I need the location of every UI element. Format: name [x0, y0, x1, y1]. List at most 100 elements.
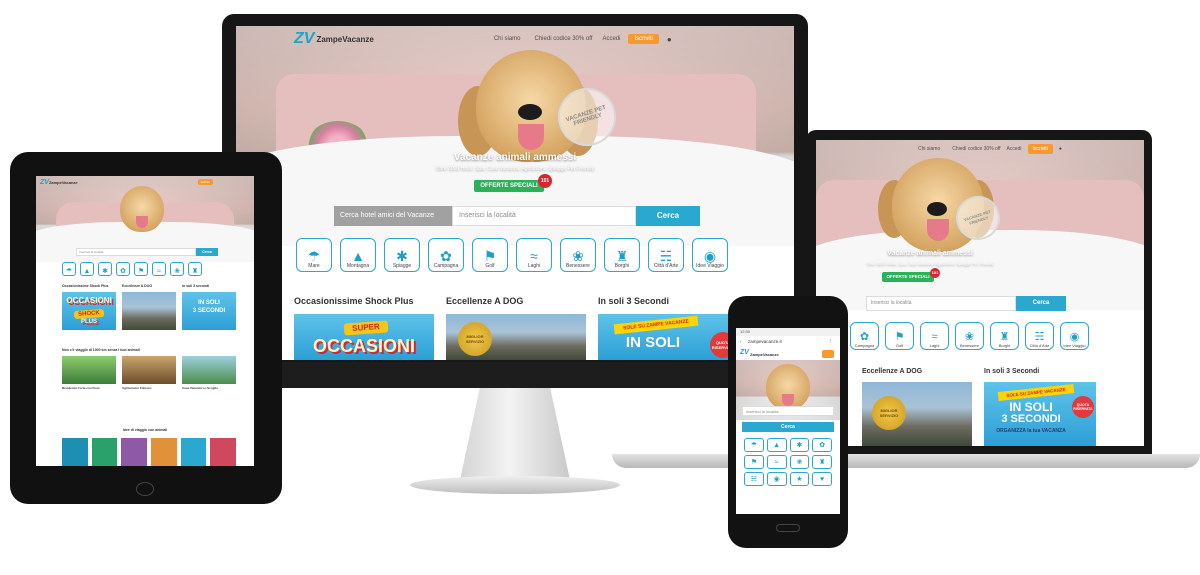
idea-tile[interactable]: [62, 438, 88, 466]
tablet-screen: ZV ZampeVacanze Iscriviti Inserisci la l…: [36, 176, 254, 466]
card-seconds[interactable]: SOLE SU ZAMPE VACANZE IN SOLI QUOTA RISE…: [598, 314, 738, 360]
special-offers-button[interactable]: OFFERTE SPECIALI: [882, 272, 934, 282]
category-benessere[interactable]: ❀: [789, 455, 810, 469]
idea-tile[interactable]: [91, 438, 118, 466]
logo-icon[interactable]: ZV: [294, 30, 314, 48]
search-button[interactable]: Cerca: [636, 206, 700, 226]
idea-tile[interactable]: [210, 438, 237, 466]
category-campagna[interactable]: ✿: [812, 438, 832, 452]
cart-icon[interactable]: ●: [1059, 146, 1062, 152]
tablet-card-shock[interactable]: OCCASIONI SHOCK PLUS: [62, 292, 116, 330]
category-borghi[interactable]: ♜ Borghi: [604, 238, 640, 272]
idea-tile[interactable]: [151, 438, 177, 466]
palm-icon: ✱: [796, 441, 803, 449]
category-citta-arte[interactable]: ☵ Città d'Arte: [648, 238, 684, 272]
browser-back-icon[interactable]: ‹: [740, 339, 742, 344]
special-offers-button[interactable]: OFFERTE SPECIALI: [474, 180, 544, 192]
logo-text[interactable]: ZampeVacanze: [316, 35, 373, 44]
search-button[interactable]: Cerca: [742, 422, 834, 432]
castle-icon: ♜: [615, 248, 629, 264]
search-button[interactable]: Cerca: [1016, 296, 1066, 311]
tablet-item-1-image[interactable]: [62, 356, 116, 384]
nav-cta-button[interactable]: Iscriviti: [628, 34, 659, 44]
logo-text[interactable]: ZampeVacanze: [49, 180, 78, 185]
category-montagna[interactable]: ▲: [80, 262, 94, 276]
category-borghi[interactable]: ♜: [812, 455, 832, 469]
phone-home-button[interactable]: [776, 524, 800, 532]
golf-icon: ⚑: [750, 458, 758, 466]
nav-cta-button[interactable]: Iscriviti: [1027, 144, 1053, 154]
tablet-card-seconds[interactable]: IN SOLI 3 SECONDI: [182, 292, 236, 330]
tablet-item-2-title[interactable]: Agriturismo Il Bosco: [122, 386, 152, 390]
idea-tile[interactable]: [180, 438, 207, 466]
tablet-item-2-image[interactable]: [122, 356, 176, 384]
category-golf[interactable]: ⚑: [134, 262, 148, 276]
card-dog[interactable]: MIGLIOR SERVIZIO: [862, 382, 972, 446]
category-mare[interactable]: ☂ Mare: [296, 238, 332, 272]
browser-menu-icon[interactable]: ⋮: [828, 338, 833, 344]
search-input[interactable]: Inserisci la località: [866, 296, 1016, 311]
category-golf[interactable]: ⚑ Golf: [472, 238, 508, 272]
top-nav: Chi siamo Chiedi codice 30% off Accedi I…: [816, 140, 1144, 158]
category-golf[interactable]: ⚑ Golf: [885, 322, 914, 350]
top-nav: ZV ZampeVacanze Chi siamo Chiedi codice …: [236, 26, 794, 52]
tablet-item-3-image[interactable]: [182, 356, 236, 384]
category-benessere[interactable]: ❀ Benessere: [955, 322, 984, 350]
category-montagna[interactable]: ▲ Montagna: [340, 238, 376, 272]
category-laghi[interactable]: ≈: [152, 262, 166, 276]
category-montagna[interactable]: ▲: [766, 438, 787, 452]
tablet-home-button[interactable]: [136, 482, 154, 496]
tablet-row2-title: Non c'è viaggio di 1000 km senza i tuoi …: [62, 348, 140, 352]
idea-tile[interactable]: [121, 438, 148, 466]
cart-icon[interactable]: ●: [667, 35, 672, 44]
search-input[interactable]: Inserisci la località: [76, 248, 196, 256]
search-input[interactable]: Inserisci la località: [452, 206, 636, 226]
nav-phone[interactable]: Chiedi codice 30% off: [952, 146, 1000, 152]
tablet-item-1-title[interactable]: Residenza Corte con Fiore: [62, 386, 100, 390]
category-golf[interactable]: ⚑: [744, 455, 764, 469]
search-button[interactable]: Cerca: [196, 248, 218, 256]
category-benessere[interactable]: ❀ Benessere: [560, 238, 596, 272]
card-seconds[interactable]: SOLE SU ZAMPE VACANZE IN SOLI 3 SECONDI …: [984, 382, 1096, 446]
nav-cta-button[interactable]: Iscriviti: [197, 179, 213, 185]
category-spiagge[interactable]: ✱: [98, 262, 112, 276]
nav-chi-siamo[interactable]: Chi siamo: [494, 36, 521, 42]
category-citta-arte[interactable]: ☵ Città d'Arte: [1025, 322, 1054, 350]
card-shock[interactable]: SUPER OCCASIONI: [294, 314, 434, 360]
golf-icon: ⚑: [894, 331, 905, 343]
category-idee-viaggio[interactable]: ◉: [766, 472, 787, 486]
nav-phone[interactable]: Chiedi codice 30% off: [535, 36, 593, 42]
nav-accedi[interactable]: Accedi: [1007, 146, 1022, 152]
category-idee-viaggio[interactable]: ◉ Idee Viaggio: [1060, 322, 1089, 350]
category-spiagge[interactable]: ✱ Spiagge: [384, 238, 420, 272]
category-laghi[interactable]: ≈: [766, 455, 787, 469]
category-laghi[interactable]: ≈ Laghi: [516, 238, 552, 272]
nav-chi-siamo[interactable]: Chi siamo: [918, 146, 940, 152]
card-dog[interactable]: MIGLIOR SERVIZIO: [446, 314, 586, 360]
search-input[interactable]: Inserisci la località: [742, 406, 834, 416]
browser-url[interactable]: zampevacanze.it: [748, 339, 782, 344]
hamburger-menu-icon[interactable]: [822, 350, 834, 358]
category-spiagge[interactable]: ✱: [789, 438, 810, 452]
promo-plus: PLUS: [80, 319, 97, 325]
logo-text[interactable]: ZampeVacanze: [750, 352, 779, 357]
category-borghi[interactable]: ♜ Borghi: [990, 322, 1019, 350]
category-campagna[interactable]: ✿: [116, 262, 130, 276]
category-borghi[interactable]: ♜: [188, 262, 202, 276]
logo-icon[interactable]: ZV: [740, 349, 749, 356]
tablet-card-dog[interactable]: [122, 292, 176, 330]
category-extra-2[interactable]: ♥: [812, 472, 832, 486]
category-benessere[interactable]: ❀: [170, 262, 184, 276]
nav-accedi[interactable]: Accedi: [602, 36, 620, 42]
tablet-item-3-title[interactable]: Casa Vacanza Lo Scoglio: [182, 386, 218, 390]
category-mare[interactable]: ☂: [62, 262, 76, 276]
category-campagna[interactable]: ✿ Campagna: [850, 322, 879, 350]
category-laghi[interactable]: ≈ Laghi: [920, 322, 949, 350]
category-campagna[interactable]: ✿ Campagna: [428, 238, 464, 272]
category-extra-1[interactable]: ★: [789, 472, 810, 486]
category-idee-viaggio[interactable]: ◉ Idee Viaggio: [692, 238, 728, 272]
category-citta-arte[interactable]: ☵: [744, 472, 764, 486]
logo-icon[interactable]: ZV: [40, 179, 49, 186]
category-mare[interactable]: ☂: [744, 438, 764, 452]
pin-icon: ◉: [703, 248, 717, 264]
